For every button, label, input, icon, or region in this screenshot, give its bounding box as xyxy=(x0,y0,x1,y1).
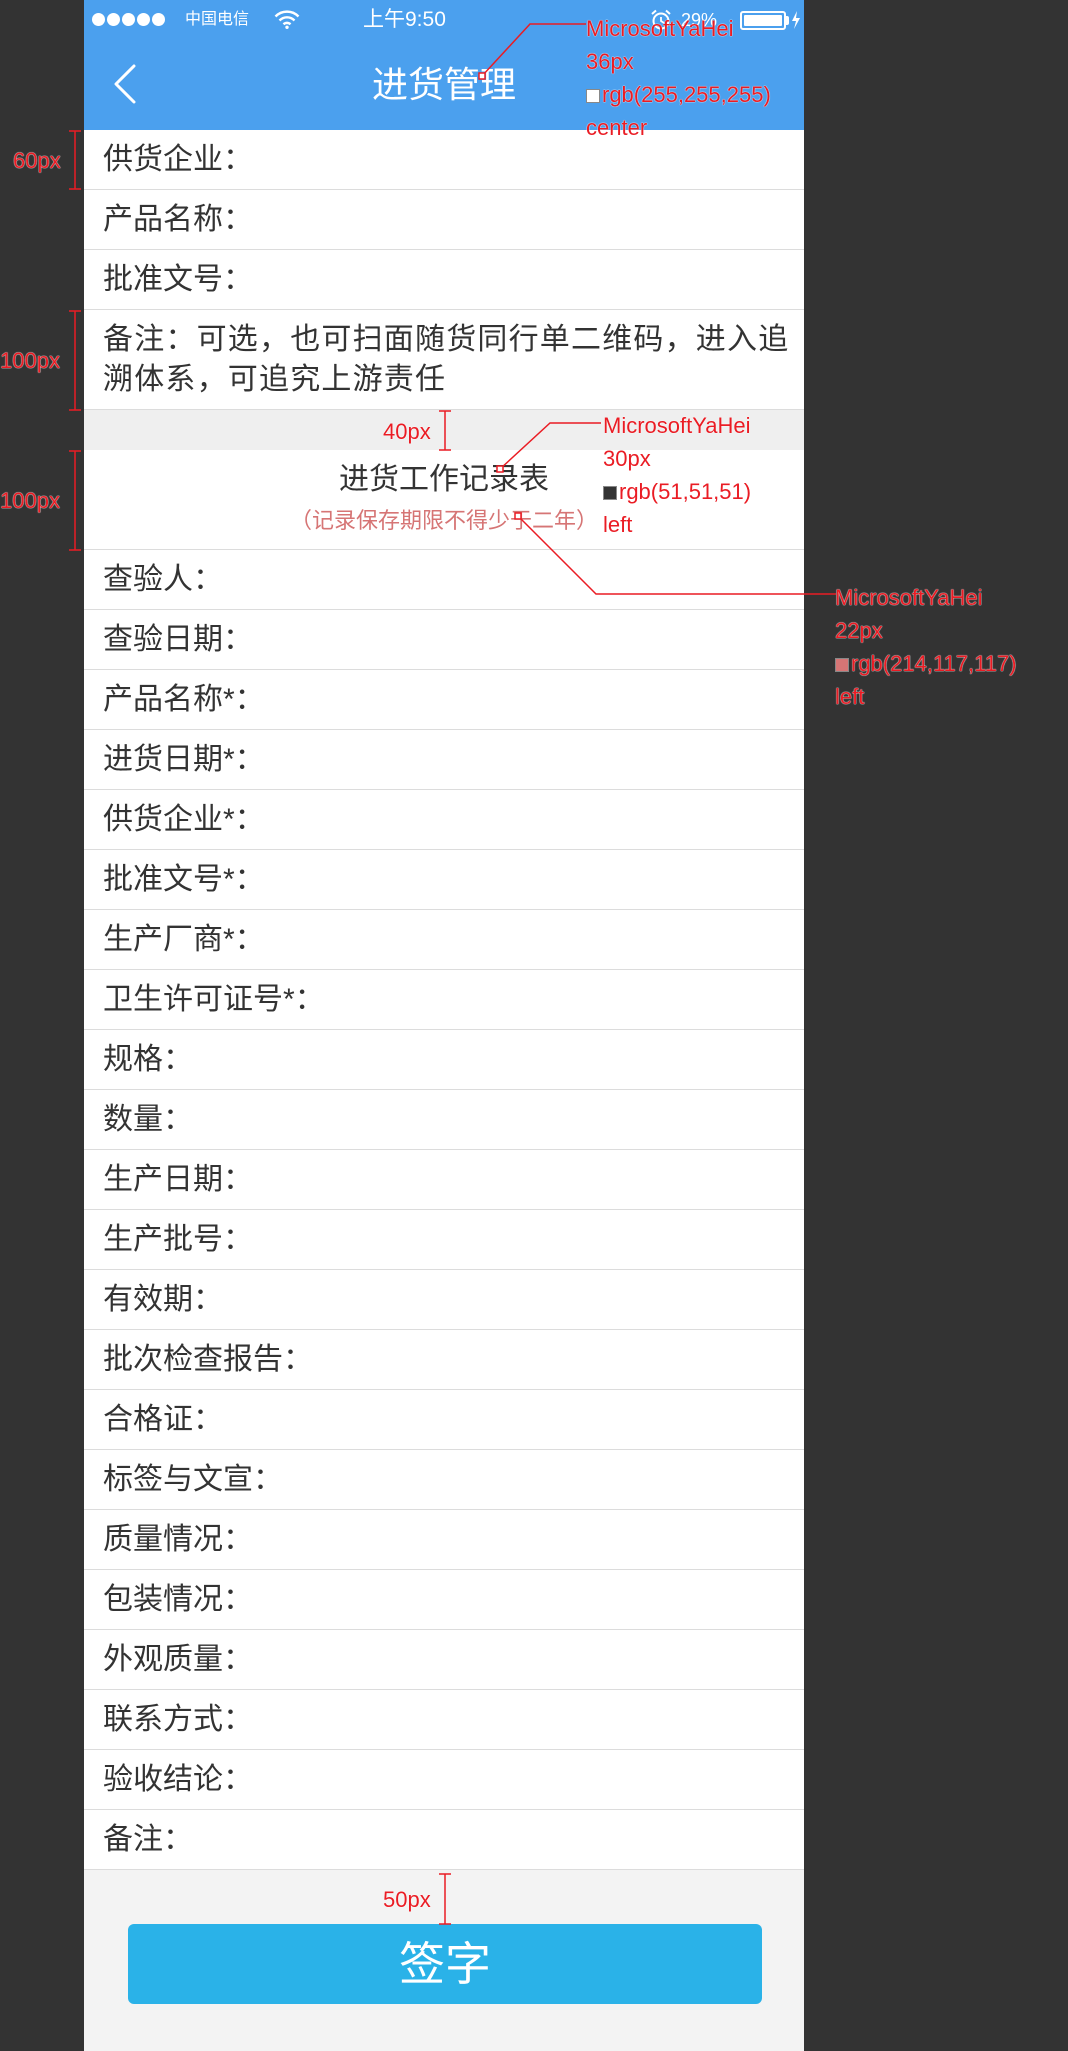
signal-strength-icon xyxy=(92,13,165,26)
form-row[interactable]: 合格证： xyxy=(84,1390,804,1450)
form-row-label: 外观质量： xyxy=(103,1643,253,1676)
spec-align: left xyxy=(603,512,633,537)
form-row-label: 查验人： xyxy=(103,563,223,596)
form-row[interactable]: 包装情况： xyxy=(84,1570,804,1630)
form-row-label: 查验日期： xyxy=(103,623,253,656)
table-head-height-bracket xyxy=(69,450,81,551)
form-row-label: 生产厂商*： xyxy=(103,923,265,956)
form-row[interactable]: 生产批号： xyxy=(84,1210,804,1270)
form-row[interactable]: 供货企业*： xyxy=(84,790,804,850)
spec-typeface: MicrosoftYaHei xyxy=(835,585,983,610)
spec-typeface: MicrosoftYaHei xyxy=(603,413,751,438)
form-row[interactable]: 批准文号*： xyxy=(84,850,804,910)
form-row[interactable]: 外观质量： xyxy=(84,1630,804,1690)
form-row-label: 生产批号： xyxy=(103,1223,253,1256)
spec-size: 22px xyxy=(835,618,883,643)
form-row-label: 数量： xyxy=(103,1103,193,1136)
form-content: 供货企业： 产品名称： 批准文号： 备注：可选，也可扫面随货同行单二维码，进入追… xyxy=(84,130,804,1870)
spec-align: center xyxy=(586,115,648,140)
form-row-label: 规格： xyxy=(103,1043,193,1076)
table-title-spec: MicrosoftYaHei 30px rgb(51,51,51) left xyxy=(603,409,751,541)
form-row[interactable]: 生产厂商*： xyxy=(84,910,804,970)
row-height-bracket xyxy=(69,130,81,190)
note-row[interactable]: 备注：可选，也可扫面随货同行单二维码，进入追溯体系，可追究上游责任 xyxy=(84,310,804,410)
form-row[interactable]: 产品名称*： xyxy=(84,670,804,730)
form-row-label: 产品名称： xyxy=(103,203,253,236)
form-row-label: 进货日期*： xyxy=(103,743,265,776)
form-row[interactable]: 质量情况： xyxy=(84,1510,804,1570)
color-swatch-icon xyxy=(586,89,600,103)
form-row[interactable]: 查验人： xyxy=(84,550,804,610)
color-swatch-icon xyxy=(835,658,849,672)
button-gap-label: 50px xyxy=(383,1887,431,1912)
note-row-height-label: 100px xyxy=(0,348,60,373)
form-row[interactable]: 联系方式： xyxy=(84,1690,804,1750)
spec-size: 36px xyxy=(586,49,634,74)
form-row[interactable]: 卫生许可证号*： xyxy=(84,970,804,1030)
form-row[interactable]: 批准文号： xyxy=(84,250,804,310)
sign-button[interactable]: 签字 xyxy=(128,1924,762,2004)
battery-tip xyxy=(786,16,789,25)
section-gap-label: 40px xyxy=(383,419,431,444)
form-row-label: 批准文号： xyxy=(103,263,253,296)
charging-bolt-icon xyxy=(792,11,800,29)
wifi-icon xyxy=(274,10,300,29)
note-row-height-bracket xyxy=(69,310,81,411)
form-row-label: 合格证： xyxy=(103,1403,223,1436)
form-row-label: 验收结论： xyxy=(103,1763,253,1796)
row-height-label: 60px xyxy=(13,148,61,173)
form-row-label: 卫生许可证号*： xyxy=(103,983,325,1016)
color-swatch-icon xyxy=(603,486,617,500)
form-row-label: 批准文号*： xyxy=(103,863,265,896)
form-row[interactable]: 标签与文宣： xyxy=(84,1450,804,1510)
spec-color: rgb(51,51,51) xyxy=(603,475,751,508)
table-subtitle-spec: MicrosoftYaHei 22px rgb(214,117,117) lef… xyxy=(835,581,1017,713)
form-row-label: 标签与文宣： xyxy=(103,1463,283,1496)
spec-size: 30px xyxy=(603,446,651,471)
form-row-label: 供货企业： xyxy=(103,143,253,176)
form-row[interactable]: 生产日期： xyxy=(84,1150,804,1210)
carrier-name: 中国电信 xyxy=(185,11,250,28)
form-row-label: 包装情况： xyxy=(103,1583,253,1616)
spec-color: rgb(255,255,255) xyxy=(586,78,771,111)
form-row[interactable]: 数量： xyxy=(84,1090,804,1150)
form-row[interactable]: 查验日期： xyxy=(84,610,804,670)
form-row[interactable]: 有效期： xyxy=(84,1270,804,1330)
form-row[interactable]: 批次检查报告： xyxy=(84,1330,804,1390)
form-row-label: 联系方式： xyxy=(103,1703,253,1736)
header-title-spec: MicrosoftYaHei 36px rgb(255,255,255) cen… xyxy=(586,12,771,144)
form-row[interactable]: 进货日期*： xyxy=(84,730,804,790)
form-row-label: 有效期： xyxy=(103,1283,223,1316)
form-row[interactable]: 规格： xyxy=(84,1030,804,1090)
form-row-label: 质量情况： xyxy=(103,1523,253,1556)
spec-color-value: rgb(255,255,255) xyxy=(602,82,771,107)
status-time: 上午9:50 xyxy=(363,8,446,31)
form-row-label: 产品名称*： xyxy=(103,683,265,716)
form-row[interactable]: 备注： xyxy=(84,1810,804,1870)
spec-color-value: rgb(51,51,51) xyxy=(619,479,752,504)
phone-screen: 中国电信 上午9:50 29% 进货管理 供货企业： 产品名称： 批准文号： 备… xyxy=(84,0,804,2051)
form-row-label: 批次检查报告： xyxy=(103,1343,313,1376)
form-row[interactable]: 验收结论： xyxy=(84,1750,804,1810)
table-head-height-label: 100px xyxy=(0,488,60,513)
form-row-label: 备注： xyxy=(103,1823,193,1856)
spec-typeface: MicrosoftYaHei xyxy=(586,16,734,41)
form-row-label: 供货企业*： xyxy=(103,803,265,836)
spec-color-value: rgb(214,117,117) xyxy=(851,651,1017,676)
spec-color: rgb(214,117,117) xyxy=(835,647,1017,680)
form-row[interactable]: 产品名称： xyxy=(84,190,804,250)
form-row-label: 生产日期： xyxy=(103,1163,253,1196)
spec-align: left xyxy=(835,684,865,709)
